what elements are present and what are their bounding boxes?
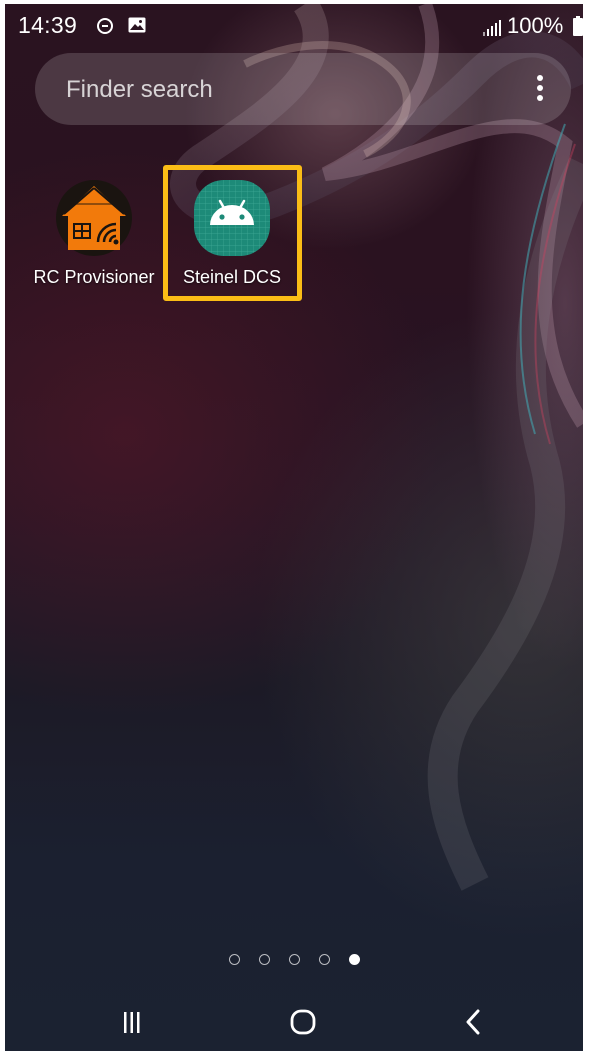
status-time: 14:39 (18, 12, 78, 38)
home-button[interactable] (258, 994, 348, 1051)
navigation-bar (5, 994, 583, 1051)
app-steinel-dcs[interactable]: Steinel DCS (168, 170, 296, 298)
app-label[interactable]: Steinel DCS (168, 267, 296, 288)
status-bar: 14:39 100% (5, 4, 583, 50)
wallpaper-swirl (170, 4, 583, 891)
page-dot[interactable] (258, 954, 270, 965)
finder-search-bar[interactable]: Finder search (35, 53, 571, 125)
android-icon[interactable] (193, 179, 271, 257)
back-button[interactable] (425, 994, 515, 1051)
page-dot-active[interactable] (348, 954, 360, 965)
back-icon (466, 1009, 480, 1035)
page-indicator (5, 954, 583, 966)
signal-icon (483, 20, 501, 36)
gallery-icon (128, 17, 146, 33)
recents-button[interactable] (91, 994, 181, 1051)
more-vertical-icon[interactable] (535, 75, 545, 105)
house-wifi-icon[interactable] (56, 180, 132, 256)
app-rc-provisioner[interactable]: RC Provisioner (27, 176, 161, 296)
battery-icon (573, 16, 583, 36)
home-screen: 14:39 100% Finder search RC Provisioner … (5, 4, 583, 1051)
page-dot[interactable] (288, 954, 300, 965)
page-dot[interactable] (318, 954, 330, 965)
search-placeholder[interactable]: Finder search (66, 76, 213, 104)
do-not-disturb-icon (97, 18, 113, 34)
home-icon (290, 1009, 316, 1035)
app-label[interactable]: RC Provisioner (27, 267, 161, 288)
page-dot[interactable] (228, 954, 240, 965)
recents-icon (124, 1012, 140, 1033)
battery-percentage: 100% (507, 13, 564, 38)
